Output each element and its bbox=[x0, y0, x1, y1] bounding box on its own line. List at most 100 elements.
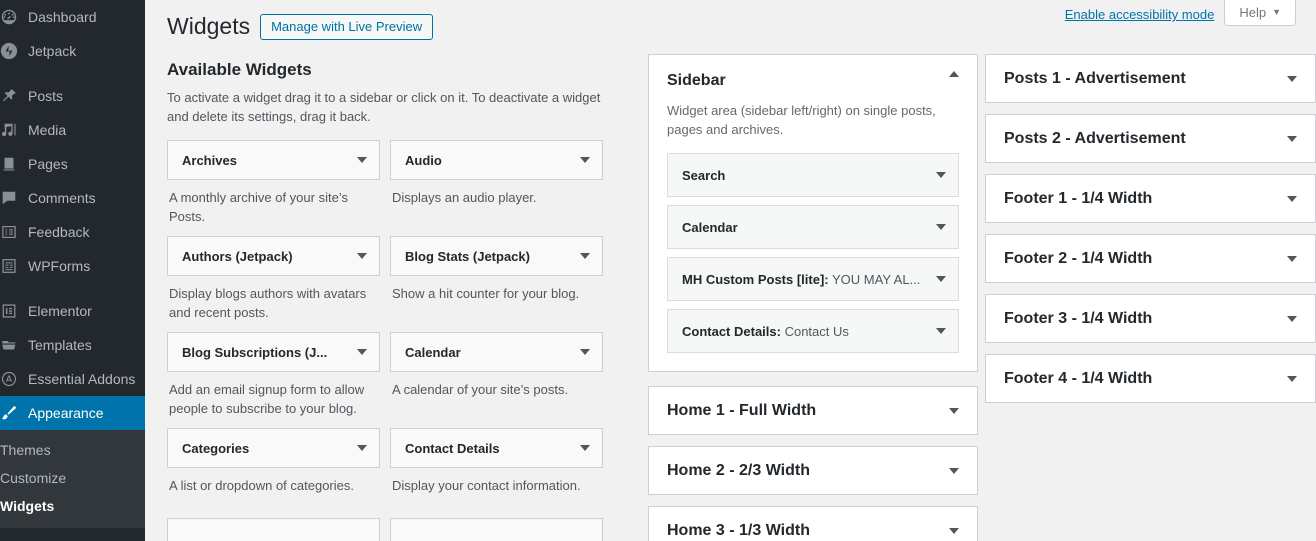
available-widget-item: Categories A list or dropdown of categor… bbox=[167, 428, 380, 518]
available-widget-audio[interactable]: Audio bbox=[390, 140, 603, 180]
assigned-widget-contact-details[interactable]: Contact Details: Contact Us bbox=[667, 309, 959, 353]
chevron-down-icon[interactable] bbox=[949, 407, 959, 414]
chevron-down-icon[interactable] bbox=[1287, 315, 1297, 322]
sidebar-item-appearance[interactable]: Appearance bbox=[0, 396, 145, 430]
page-header: Widgets Manage with Live Preview bbox=[167, 12, 434, 41]
widget-title: Categories bbox=[182, 440, 250, 456]
sidebar-widget-area-footer-4[interactable]: Footer 4 - 1/4 Width bbox=[985, 354, 1316, 403]
widget-description: A monthly archive of your site’s Posts. bbox=[169, 190, 348, 224]
help-tab-button[interactable]: Help ▼ bbox=[1224, 0, 1296, 26]
available-widget-item: Contact Details Display your contact inf… bbox=[390, 428, 603, 518]
assigned-widget-calendar[interactable]: Calendar bbox=[667, 205, 959, 249]
sidebar-item-essential-addons[interactable]: Essential Addons bbox=[0, 362, 145, 396]
chevron-down-icon[interactable] bbox=[1287, 375, 1297, 382]
widget-description: Add an email signup form to allow people… bbox=[169, 382, 365, 416]
sidebar-item-feedback[interactable]: Feedback bbox=[0, 215, 145, 249]
sidebar-widget-area-footer-1[interactable]: Footer 1 - 1/4 Width bbox=[985, 174, 1316, 223]
chevron-down-icon[interactable] bbox=[357, 349, 367, 355]
sidebar-item-jetpack[interactable]: Jetpack bbox=[0, 34, 145, 68]
widget-title-instance: YOU MAY AL... bbox=[828, 271, 921, 287]
available-widget-contact-details[interactable]: Contact Details bbox=[390, 428, 603, 468]
chevron-down-icon: ▼ bbox=[1272, 7, 1281, 17]
sidebars-column-2: Posts 1 - Advertisement Posts 2 - Advert… bbox=[985, 54, 1316, 414]
available-widget-item: Blog Subscriptions (J... Add an email si… bbox=[167, 332, 380, 428]
chevron-down-icon[interactable] bbox=[580, 349, 590, 355]
sidebar-subitem-widgets[interactable]: Widgets bbox=[0, 492, 145, 520]
sidebar-item-label: Appearance bbox=[28, 405, 104, 421]
available-widget-item-partial bbox=[167, 518, 380, 541]
chevron-down-icon[interactable] bbox=[357, 157, 367, 163]
sidebar-item-label: Posts bbox=[28, 88, 64, 104]
sidebar-panel-title: Home 1 - Full Width bbox=[667, 401, 817, 419]
chevron-down-icon[interactable] bbox=[949, 467, 959, 474]
chevron-down-icon[interactable] bbox=[1287, 135, 1297, 142]
chevron-down-icon[interactable] bbox=[936, 276, 946, 282]
widget-title: Calendar bbox=[682, 219, 738, 235]
sidebar-widget-area-home-1[interactable]: Home 1 - Full Width bbox=[648, 386, 978, 435]
sidebar-panel-title: Footer 4 - 1/4 Width bbox=[1004, 369, 1153, 387]
sidebar-widget-area-home-3[interactable]: Home 3 - 1/3 Width bbox=[648, 506, 978, 541]
available-widget-partial-right[interactable] bbox=[390, 518, 603, 541]
assigned-widget-search[interactable]: Search bbox=[667, 153, 959, 197]
available-widget-item-partial bbox=[390, 518, 603, 541]
sidebar-subitem-themes[interactable]: Themes bbox=[0, 436, 145, 464]
sidebar-item-comments[interactable]: Comments bbox=[0, 181, 145, 215]
sidebar-widget-area-posts-2[interactable]: Posts 2 - Advertisement bbox=[985, 114, 1316, 163]
sidebar-panel-header[interactable]: Sidebar bbox=[667, 71, 959, 91]
chevron-down-icon[interactable] bbox=[580, 253, 590, 259]
sidebar-panel-title: Posts 2 - Advertisement bbox=[1004, 129, 1186, 147]
available-widget-authors-jetpack[interactable]: Authors (Jetpack) bbox=[167, 236, 380, 276]
chevron-down-icon[interactable] bbox=[1287, 255, 1297, 262]
enable-accessibility-mode-link[interactable]: Enable accessibility mode bbox=[1065, 0, 1225, 24]
sidebar-widget-area-home-2[interactable]: Home 2 - 2/3 Width bbox=[648, 446, 978, 495]
page-icon bbox=[0, 155, 26, 173]
chevron-down-icon[interactable] bbox=[580, 445, 590, 451]
widget-title: MH Custom Posts [lite]: YOU MAY AL... bbox=[682, 272, 920, 287]
sidebar-item-pages[interactable]: Pages bbox=[0, 147, 145, 181]
chevron-down-icon[interactable] bbox=[357, 253, 367, 259]
chevron-down-icon[interactable] bbox=[1287, 75, 1297, 82]
sidebar-widget-area-footer-2[interactable]: Footer 2 - 1/4 Width bbox=[985, 234, 1316, 283]
chevron-down-icon[interactable] bbox=[580, 157, 590, 163]
available-widget-item: Archives A monthly archive of your site’… bbox=[167, 140, 380, 236]
sidebar-item-elementor[interactable]: Elementor bbox=[0, 294, 145, 328]
available-widgets-heading: Available Widgets bbox=[167, 60, 312, 79]
help-tab-label: Help bbox=[1239, 5, 1267, 20]
chevron-down-icon[interactable] bbox=[357, 445, 367, 451]
manage-with-live-preview-button[interactable]: Manage with Live Preview bbox=[260, 13, 434, 40]
sidebar-widget-area-footer-3[interactable]: Footer 3 - 1/4 Width bbox=[985, 294, 1316, 343]
widget-description: A calendar of your site’s posts. bbox=[392, 382, 569, 397]
sidebar-item-wpforms[interactable]: WPForms bbox=[0, 249, 145, 283]
available-widget-partial-left[interactable] bbox=[167, 518, 380, 541]
available-widget-calendar[interactable]: Calendar bbox=[390, 332, 603, 372]
sidebar-item-templates[interactable]: Templates bbox=[0, 328, 145, 362]
chevron-down-icon[interactable] bbox=[936, 172, 946, 178]
chevron-up-icon[interactable] bbox=[949, 71, 959, 77]
wpforms-icon bbox=[0, 257, 26, 275]
sidebar-item-posts[interactable]: Posts bbox=[0, 79, 145, 113]
available-widget-categories[interactable]: Categories bbox=[167, 428, 380, 468]
chevron-down-icon[interactable] bbox=[1287, 195, 1297, 202]
sidebar-panel-title: Footer 1 - 1/4 Width bbox=[1004, 189, 1153, 207]
assigned-widget-mh-custom-posts[interactable]: MH Custom Posts [lite]: YOU MAY AL... bbox=[667, 257, 959, 301]
sidebar-item-label: Comments bbox=[28, 190, 96, 206]
sidebar-item-dashboard[interactable]: Dashboard bbox=[0, 0, 145, 34]
essential-addons-icon bbox=[0, 370, 26, 388]
sidebar-item-media[interactable]: Media bbox=[0, 113, 145, 147]
menu-separator bbox=[0, 68, 145, 79]
available-widget-blog-subscriptions[interactable]: Blog Subscriptions (J... bbox=[167, 332, 380, 372]
widget-description: Displays an audio player. bbox=[392, 190, 537, 205]
sidebar-panel-title: Footer 2 - 1/4 Width bbox=[1004, 249, 1153, 267]
widget-title: Contact Details bbox=[405, 440, 500, 456]
chevron-down-icon[interactable] bbox=[949, 527, 959, 534]
available-widget-blog-stats-jetpack[interactable]: Blog Stats (Jetpack) bbox=[390, 236, 603, 276]
admin-sidebar-menu: Dashboard Jetpack Posts Media Pages Comm… bbox=[0, 0, 145, 541]
chevron-down-icon[interactable] bbox=[936, 224, 946, 230]
sidebar-subitem-label: Widgets bbox=[0, 498, 55, 514]
available-widget-archives[interactable]: Archives bbox=[167, 140, 380, 180]
sidebar-subitem-customize[interactable]: Customize bbox=[0, 464, 145, 492]
available-widget-item: Blog Stats (Jetpack) Show a hit counter … bbox=[390, 236, 603, 332]
widget-title: Blog Subscriptions (J... bbox=[182, 344, 328, 360]
chevron-down-icon[interactable] bbox=[936, 328, 946, 334]
sidebar-widget-area-posts-1[interactable]: Posts 1 - Advertisement bbox=[985, 54, 1316, 103]
